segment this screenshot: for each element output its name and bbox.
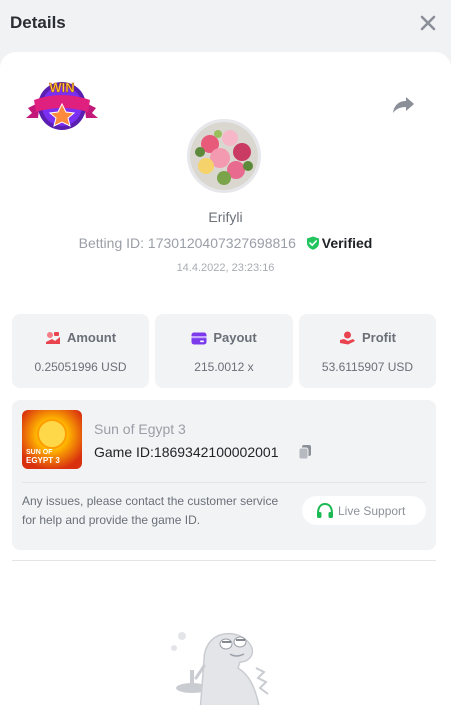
win-badge-text: WIN (49, 80, 74, 95)
header: Details (0, 0, 451, 48)
flower-avatar-image (190, 122, 258, 190)
game-name[interactable]: Sun of Egypt 3 (94, 421, 186, 437)
game-id-label: Game ID: (94, 444, 154, 460)
stat-profit-value: 53.6115907 USD (321, 360, 414, 374)
game-id-line: Game ID:1869342100002001 (94, 444, 278, 460)
game-id-value: 1869342100002001 (153, 444, 279, 460)
stat-amount: Amount 0.25051996 USD (12, 314, 149, 388)
betting-id-line: Betting ID: 1730120407327698816 Verified (0, 235, 451, 251)
betting-id-value: 1730120407327698816 (147, 235, 296, 251)
stat-profit: Profit 53.6115907 USD (299, 314, 436, 388)
player-name: Erifyli (208, 209, 243, 225)
page-title: Details (10, 13, 66, 32)
stat-payout: Payout 215.0012 x (155, 314, 293, 388)
betting-id-label: Betting ID: (78, 235, 145, 251)
game-thumb-text-1: SUN OF (26, 449, 53, 456)
verified-shield-icon (306, 236, 319, 250)
amount-icon (45, 332, 60, 344)
card-divider (22, 482, 426, 483)
payout-card-icon (191, 332, 207, 345)
section-divider (12, 560, 436, 561)
live-support-label: Live Support (338, 504, 406, 518)
support-notice: Any issues, please contact the customer … (22, 494, 279, 527)
headset-icon (317, 503, 333, 518)
profit-hand-icon (340, 331, 356, 345)
stat-profit-label: Profit (362, 330, 396, 345)
game-thumbnail[interactable]: SUN OF EGYPT 3 (22, 410, 82, 469)
bet-timestamp: 14.4.2022, 23:23:16 (176, 262, 275, 274)
stat-amount-value: 0.25051996 USD (34, 360, 127, 374)
close-icon[interactable] (419, 14, 437, 32)
stat-payout-label: Payout (213, 330, 257, 345)
copy-icon[interactable] (297, 444, 313, 460)
live-support-button[interactable]: Live Support (302, 496, 426, 525)
stat-amount-label: Amount (66, 330, 117, 345)
verified-label: Verified (321, 235, 373, 251)
win-badge-icon: WIN (26, 80, 98, 130)
share-icon[interactable] (392, 95, 416, 115)
avatar (187, 119, 261, 193)
dinosaur-mascot-icon (171, 632, 269, 705)
game-thumb-text-2: EGYPT 3 (26, 456, 60, 465)
game-card: SUN OF EGYPT 3 Sun of Egypt 3 Game ID:18… (12, 400, 436, 550)
stat-payout-value: 215.0012 x (194, 360, 254, 374)
